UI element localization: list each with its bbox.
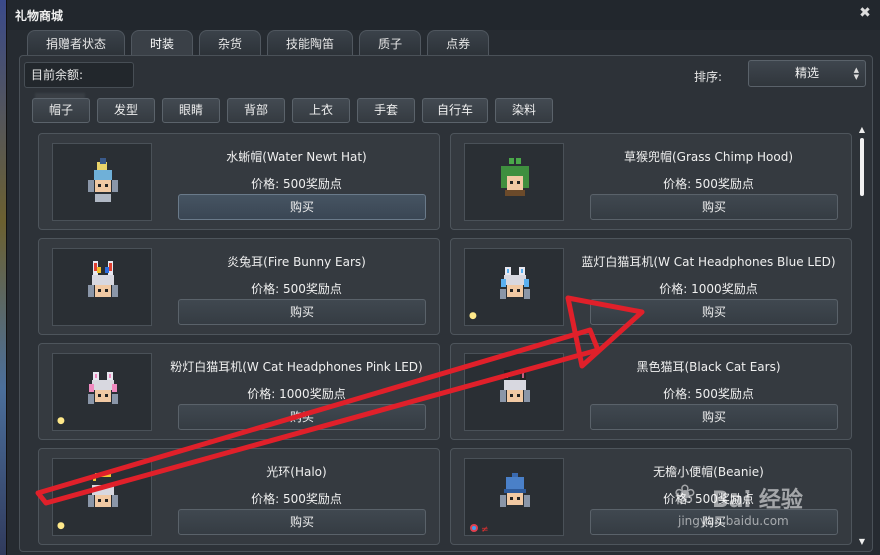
item-card: ● 光环(Halo) 价格: 500奖励点 购买 (38, 448, 440, 545)
item-card: 黑色猫耳(Black Cat Ears) 价格: 500奖励点 购买 (450, 343, 852, 440)
buy-button[interactable]: 购买 (590, 299, 838, 325)
item-card: 水蜥帽(Water Newt Hat) 价格: 500奖励点 购买 (38, 133, 440, 230)
buy-button[interactable]: 购买 (178, 509, 426, 535)
item-name: 蓝灯白猫耳机(W Cat Headphones Blue LED) (581, 255, 836, 269)
item-name: 炎兔耳(Fire Bunny Ears) (227, 255, 366, 269)
beanie-sprite (500, 473, 530, 507)
lightbulb-icon: ● (57, 521, 65, 531)
buy-button[interactable]: 购买 (590, 194, 838, 220)
item-price: 价格: 500奖励点 (663, 387, 754, 401)
category-top[interactable]: 上衣 (292, 98, 350, 123)
item-price: 价格: 500奖励点 (663, 177, 754, 191)
item-thumbnail (52, 248, 152, 326)
item-card: 草猴兜帽(Grass Chimp Hood) 价格: 500奖励点 购买 (450, 133, 852, 230)
cat-headphones-blue-sprite (500, 267, 530, 299)
sort-value: 精选 (794, 66, 819, 80)
item-card: ≠ 无檐小便帽(Beanie) 价格: 500奖励点 购买 (450, 448, 852, 545)
black-cat-ears-sprite (500, 370, 530, 402)
window-title: 礼物商城 (15, 9, 64, 23)
category-back[interactable]: 背部 (227, 98, 285, 123)
close-icon[interactable]: ✖ (858, 6, 872, 20)
grass-chimp-sprite (501, 158, 529, 196)
item-thumbnail (464, 143, 564, 221)
shop-panel: 目前余额: 排序: 精选 ▲ ▼ 帽子 发型 眼睛 背部 上衣 手套 自行车 染料 (19, 55, 873, 552)
scroll-thumb[interactable] (860, 138, 864, 196)
item-price: 价格: 500奖励点 (251, 282, 342, 296)
item-price: 价格: 500奖励点 (663, 492, 754, 506)
category-bar: 帽子 发型 眼睛 背部 上衣 手套 自行车 染料 (32, 98, 560, 123)
item-price: 价格: 1000奖励点 (247, 387, 346, 401)
scroll-up-icon[interactable]: ▲ (858, 126, 866, 134)
buy-button[interactable]: 购买 (590, 509, 838, 535)
halo-sprite (88, 473, 118, 507)
titlebar: 礼物商城 ✖ (7, 0, 880, 30)
item-card: ● 蓝灯白猫耳机(W Cat Headphones Blue LED) 价格: … (450, 238, 852, 335)
tab-bar: 捐赠者状态 时装 杂货 技能陶笛 质子 点券 (27, 30, 495, 56)
tab-fashion[interactable]: 时装 (131, 30, 194, 56)
updown-arrows-icon: ▲ ▼ (853, 66, 859, 81)
item-thumbnail: ≠ (464, 458, 564, 536)
tab-skill-ocarina[interactable]: 技能陶笛 (267, 30, 354, 56)
item-name: 无檐小便帽(Beanie) (653, 465, 764, 479)
item-name: 粉灯白猫耳机(W Cat Headphones Pink LED) (170, 360, 423, 374)
item-name: 水蜥帽(Water Newt Hat) (226, 150, 367, 164)
item-name: 草猴兜帽(Grass Chimp Hood) (623, 150, 794, 164)
item-thumbnail: ● (464, 248, 564, 326)
item-thumbnail: ● (52, 353, 152, 431)
item-price: 价格: 500奖励点 (251, 492, 342, 506)
item-name: 光环(Halo) (266, 465, 327, 479)
balance-label: 目前余额: (31, 68, 84, 82)
category-eyes[interactable]: 眼睛 (162, 98, 220, 123)
item-card: ● 粉灯白猫耳机(W Cat Headphones Pink LED) 价格: … (38, 343, 440, 440)
svg-text:≠: ≠ (481, 525, 489, 533)
fire-bunny-ears-sprite (88, 261, 118, 297)
dye-palette-icon: ≠ (470, 524, 489, 533)
item-name: 黑色猫耳(Black Cat Ears) (636, 360, 781, 374)
tab-misc[interactable]: 杂货 (199, 30, 262, 56)
item-thumbnail (464, 353, 564, 431)
buy-button[interactable]: 购买 (178, 194, 426, 220)
lightbulb-icon: ● (57, 416, 65, 426)
category-bike[interactable]: 自行车 (422, 98, 489, 123)
scroll-down-icon[interactable]: ▼ (858, 538, 866, 546)
buy-button[interactable]: 购买 (590, 404, 838, 430)
category-hair[interactable]: 发型 (97, 98, 155, 123)
sort-label: 排序: (694, 70, 723, 84)
tab-donor-status[interactable]: 捐赠者状态 (27, 30, 126, 56)
category-gloves[interactable]: 手套 (357, 98, 415, 123)
item-price: 价格: 1000奖励点 (659, 282, 758, 296)
item-thumbnail (52, 143, 152, 221)
item-price: 价格: 500奖励点 (251, 177, 342, 191)
sort-dropdown[interactable]: 精选 ▲ ▼ (748, 60, 866, 87)
newt-hat-sprite (88, 158, 118, 202)
tab-coupons[interactable]: 点券 (427, 30, 490, 56)
gift-shop-window: 礼物商城 ✖ 捐赠者状态 时装 杂货 技能陶笛 质子 点券 目前余额: 排序: … (6, 0, 880, 555)
buy-button[interactable]: 购买 (178, 299, 426, 325)
item-thumbnail: ● (52, 458, 152, 536)
cat-headphones-pink-sprite (88, 372, 118, 404)
balance-display: 目前余额: (24, 62, 134, 107)
buy-button[interactable]: 购买 (178, 404, 426, 430)
lightbulb-icon: ● (469, 311, 477, 321)
category-hat[interactable]: 帽子 (32, 98, 90, 123)
scrollbar[interactable]: ▲ ▼ (858, 126, 866, 546)
tab-proton[interactable]: 质子 (359, 30, 422, 56)
item-card: 炎兔耳(Fire Bunny Ears) 价格: 500奖励点 购买 (38, 238, 440, 335)
category-dye[interactable]: 染料 (495, 98, 554, 123)
